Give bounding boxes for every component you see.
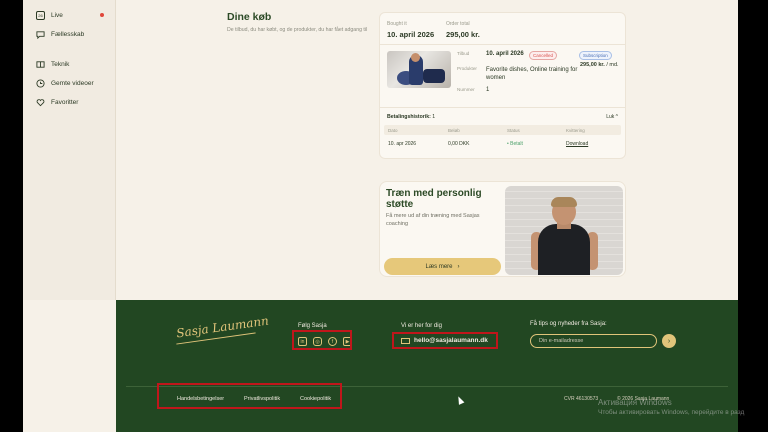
- offer-label: Tilbud: [457, 51, 470, 56]
- newsletter-title: Få tips og nyheder fra Sasja:: [530, 321, 607, 327]
- col-date: Dato: [388, 128, 398, 133]
- highlight-box-email: [392, 332, 498, 349]
- sidebar-item-community[interactable]: Fællesskab: [36, 30, 84, 39]
- sidebar-item-label: Teknik: [51, 61, 70, 68]
- row-amount: 0,00 DKK: [448, 141, 470, 147]
- newsletter-submit-button[interactable]: ›: [662, 334, 676, 348]
- chat-icon: [36, 30, 45, 39]
- bought-label: Bought it: [387, 21, 407, 27]
- sidebar-item-label: Live: [51, 12, 63, 19]
- sidebar-item-favorites[interactable]: Favoritter: [36, 98, 78, 107]
- sidebar: 26 Live Fællesskab Teknik Gemte videoer: [23, 0, 116, 300]
- offer-value: 10. april 2026: [486, 51, 524, 57]
- order-card: Bought it 10. april 2026 Order total 295…: [379, 12, 626, 159]
- promo-title: Træn med personlig støtte: [386, 188, 482, 210]
- highlight-box-legal-links: [157, 383, 342, 409]
- cvr-number: CVR 46130573: [564, 396, 599, 402]
- clock-icon: [36, 79, 45, 88]
- page-title: Dine køb: [227, 11, 272, 23]
- windows-activation-title: Активация Windows: [598, 398, 672, 407]
- divider: [380, 107, 625, 108]
- promo-subtitle: Få mere ud af din træning med Sasjas coa…: [386, 213, 480, 227]
- number-value: 1: [486, 87, 490, 93]
- app-viewport: 26 Live Fællesskab Teknik Gemte videoer: [23, 0, 738, 432]
- type-badge-subscription: Subscription: [579, 51, 612, 60]
- status-badge-cancelled: Cancelled: [529, 51, 558, 60]
- products-label: Produkter: [457, 66, 477, 71]
- product-thumbnail: [387, 51, 451, 88]
- payment-table-header: [384, 125, 621, 135]
- coach-photo: [505, 186, 623, 275]
- book-icon: [36, 60, 45, 69]
- coaching-promo-card: Træn med personlig støtte Få mere ud af …: [379, 181, 626, 277]
- contact-title: Vi er her for dig: [401, 323, 442, 329]
- heart-icon: [36, 98, 45, 107]
- read-more-label: Læs mere: [425, 263, 453, 270]
- sidebar-item-label: Gemte videoer: [51, 80, 94, 87]
- live-indicator-dot: [100, 13, 104, 17]
- close-payment-history-button[interactable]: Luk ^: [606, 114, 618, 120]
- order-total-label: Order total: [446, 21, 470, 27]
- newsletter-email-input[interactable]: Din e-mailadresse: [530, 334, 657, 348]
- number-label: Nummer: [457, 87, 475, 92]
- sidebar-item-label: Fællesskab: [51, 31, 85, 38]
- highlight-box-social: [292, 330, 352, 350]
- products-value: Favorite dishes, Online training for wom…: [486, 67, 578, 81]
- row-date: 10. apr 2026: [388, 141, 417, 147]
- row-status: • Betalt: [507, 141, 523, 147]
- sidebar-item-saved-videos[interactable]: Gemte videoer: [36, 79, 94, 88]
- payment-history-title: Betalingshistorik: 1: [387, 114, 436, 120]
- subscription-price: 295,00 kr. / md.: [580, 62, 619, 68]
- receipt-download-link[interactable]: Download: [566, 141, 588, 147]
- divider: [380, 44, 625, 45]
- chevron-right-icon: ›: [457, 263, 460, 270]
- bought-value: 10. april 2026: [387, 30, 435, 39]
- windows-activation-text: Чтобы активировать Windows, перейдите в …: [598, 409, 745, 416]
- read-more-button[interactable]: Læs mere ›: [384, 258, 501, 275]
- sidebar-item-technique[interactable]: Teknik: [36, 60, 69, 69]
- page-subtitle: De tilbud, du har købt, og de produkter,…: [227, 27, 368, 33]
- live-icon: 26: [36, 11, 45, 20]
- follow-title: Følg Sasja: [298, 323, 327, 329]
- col-amount: Beløb: [448, 128, 460, 133]
- sidebar-item-label: Favoritter: [51, 99, 79, 106]
- sidebar-item-live[interactable]: 26 Live: [36, 11, 63, 20]
- order-total-value: 295,00 kr.: [446, 30, 480, 39]
- col-receipt: Kvittering: [566, 128, 585, 133]
- col-status: Status: [507, 128, 520, 133]
